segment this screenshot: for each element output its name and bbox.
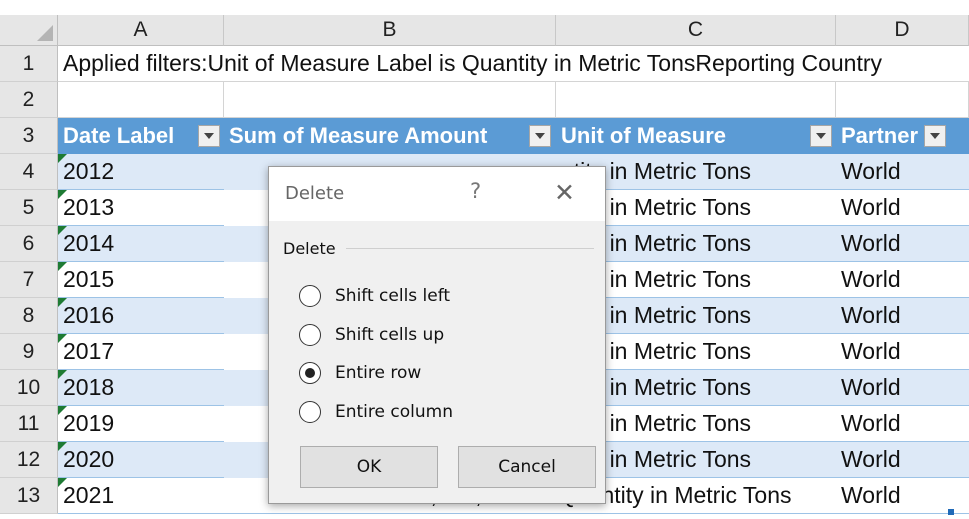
year-cell[interactable]: 2016 [58, 298, 224, 334]
year-cell[interactable]: 2014 [58, 226, 224, 262]
sum-header[interactable]: Sum of Measure Amount [224, 118, 556, 154]
partner-cell[interactable]: World [836, 262, 969, 298]
year-cell[interactable]: 2017 [58, 334, 224, 370]
shift-cells-up-option[interactable]: Shift cells up [299, 322, 444, 348]
error-indicator-icon [58, 442, 67, 451]
date-label-text: Date Label [63, 123, 175, 148]
year-cell[interactable]: 2019 [58, 406, 224, 442]
error-indicator-icon [58, 226, 67, 235]
error-indicator-icon [58, 370, 67, 379]
chevron-down-icon [930, 133, 940, 139]
delete-group-label: Delete [283, 239, 336, 258]
entire-column-option[interactable]: Entire column [299, 399, 453, 425]
column-header-b[interactable]: B [224, 15, 556, 46]
year-cell[interactable]: 2012 [58, 154, 224, 190]
unit-header[interactable]: Unit of Measure [556, 118, 836, 154]
partner-cell[interactable]: World [836, 154, 969, 190]
row-header[interactable]: 5 [0, 190, 58, 226]
column-header-d[interactable]: D [836, 15, 969, 46]
row-header[interactable]: 10 [0, 370, 58, 406]
partner-filter-dropdown[interactable] [924, 125, 946, 147]
chevron-down-icon [204, 133, 214, 139]
column-header-a[interactable]: A [58, 15, 224, 46]
dialog-title: Delete [285, 183, 345, 204]
error-indicator-icon [58, 334, 67, 343]
sheet-row [58, 82, 969, 118]
row-header[interactable]: 7 [0, 262, 58, 298]
radio-button[interactable] [299, 324, 321, 346]
error-indicator-icon [58, 406, 67, 415]
partner-cell[interactable]: World [836, 370, 969, 406]
partner-cell[interactable]: World [836, 190, 969, 226]
error-indicator-icon [58, 478, 67, 487]
chevron-down-icon [816, 133, 826, 139]
cell[interactable] [224, 82, 556, 118]
row-header[interactable]: 4 [0, 154, 58, 190]
year-cell[interactable]: 2015 [58, 262, 224, 298]
cell[interactable] [556, 82, 836, 118]
help-icon[interactable]: ? [470, 179, 481, 203]
row-header[interactable]: 1 [0, 46, 58, 82]
error-indicator-icon [58, 262, 67, 271]
pivot-header-row: Date Label Sum of Measure Amount Unit of… [58, 118, 969, 154]
partner-cell[interactable]: World [836, 226, 969, 262]
row-header[interactable]: 12 [0, 442, 58, 478]
cell[interactable] [836, 82, 969, 118]
option-label: Shift cells left [335, 286, 451, 306]
radio-button[interactable] [299, 285, 321, 307]
option-label: Entire column [335, 402, 453, 422]
chevron-down-icon [535, 133, 545, 139]
partner-cell[interactable]: World [836, 442, 969, 478]
year-cell[interactable]: 2018 [58, 370, 224, 406]
cell[interactable] [58, 82, 224, 118]
row-header[interactable]: 6 [0, 226, 58, 262]
row-header[interactable]: 13 [0, 478, 58, 514]
select-all-triangle-icon [37, 25, 53, 41]
sum-label-text: Sum of Measure Amount [229, 123, 488, 148]
error-indicator-icon [58, 154, 67, 163]
unit-label-text: Unit of Measure [561, 123, 727, 148]
entire-row-option[interactable]: Entire row [299, 360, 421, 386]
sum-filter-dropdown[interactable] [529, 125, 551, 147]
dialog-titlebar[interactable]: Delete ? ✕ [269, 167, 605, 221]
option-label: Entire row [335, 363, 422, 383]
cancel-button[interactable]: Cancel [458, 446, 596, 488]
partner-cell[interactable]: World [836, 406, 969, 442]
unit-filter-dropdown[interactable] [810, 125, 832, 147]
radio-button[interactable] [299, 401, 321, 423]
radio-dot-icon [305, 368, 315, 378]
error-indicator-icon [58, 190, 67, 199]
error-indicator-icon [58, 298, 67, 307]
select-all-button[interactable] [0, 15, 58, 46]
year-cell[interactable]: 2021 [58, 478, 224, 514]
close-icon[interactable]: ✕ [554, 178, 575, 207]
partner-label-text: Partner [841, 123, 919, 148]
delete-dialog: Delete ? ✕ Delete Shift cells left Shift… [268, 166, 606, 504]
sheet-row: Applied filters:Unit of Measure Label is… [58, 46, 969, 82]
ok-button[interactable]: OK [300, 446, 438, 488]
partner-cell[interactable]: World [836, 334, 969, 370]
row-header[interactable]: 9 [0, 334, 58, 370]
row-header[interactable]: 8 [0, 298, 58, 334]
option-label: Shift cells up [335, 325, 445, 345]
fill-handle[interactable] [948, 509, 954, 515]
row-header[interactable]: 3 [0, 118, 58, 154]
shift-cells-left-option[interactable]: Shift cells left [299, 283, 450, 309]
row-header[interactable]: 11 [0, 406, 58, 442]
group-divider [346, 248, 594, 249]
year-cell[interactable]: 2013 [58, 190, 224, 226]
date-label-filter-dropdown[interactable] [198, 125, 220, 147]
year-cell[interactable]: 2020 [58, 442, 224, 478]
column-header-c[interactable]: C [556, 15, 836, 46]
row-header[interactable]: 2 [0, 82, 58, 118]
filter-summary-cell[interactable]: Applied filters:Unit of Measure Label is… [58, 46, 969, 82]
radio-button-selected[interactable] [299, 362, 321, 384]
partner-cell[interactable]: World [836, 298, 969, 334]
